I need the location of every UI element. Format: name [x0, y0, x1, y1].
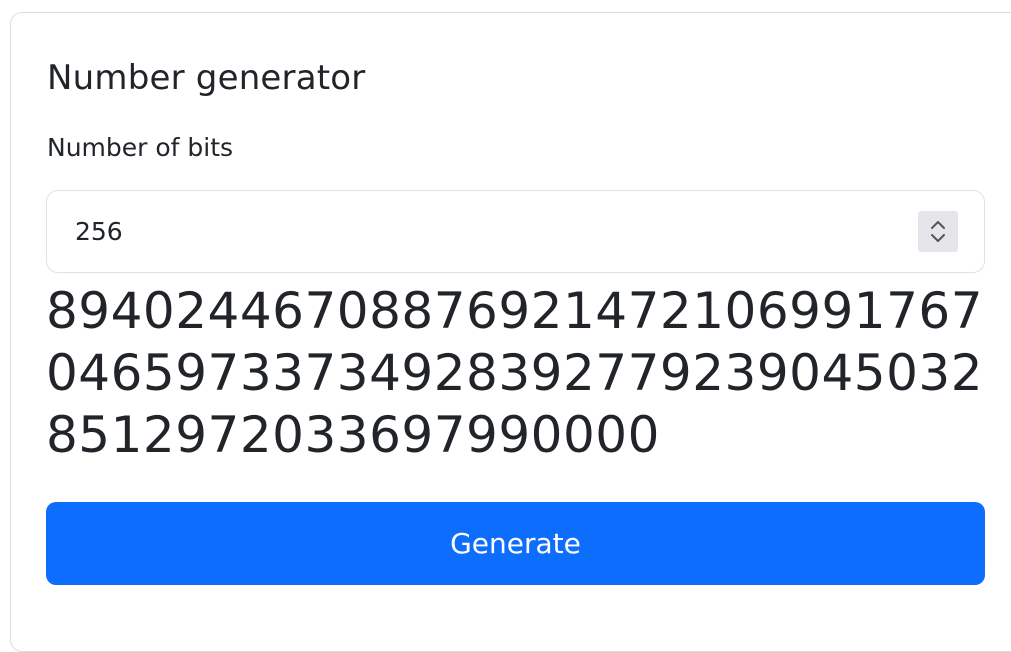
- generate-button[interactable]: Generate: [46, 502, 985, 585]
- bits-field-label: Number of bits: [47, 133, 234, 162]
- up-down-chevrons-icon: [931, 221, 945, 242]
- generated-number: 8940244670887692147210699176704659733734…: [46, 282, 984, 464]
- card-title: Number generator: [47, 58, 366, 98]
- bits-input-container: [46, 190, 985, 273]
- bits-input[interactable]: [47, 191, 897, 272]
- number-spinner[interactable]: [918, 211, 958, 252]
